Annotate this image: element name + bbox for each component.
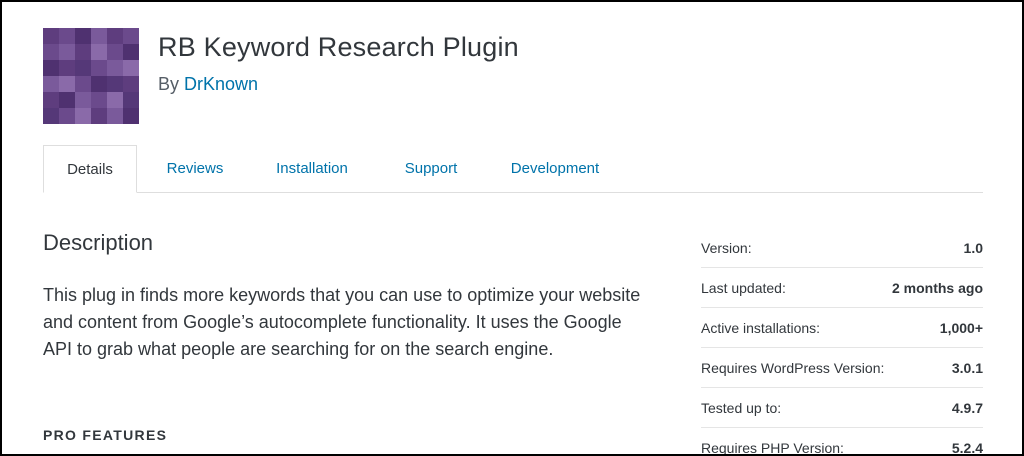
tab-installation[interactable]: Installation [253, 145, 371, 192]
meta-label: Active installations: [701, 319, 821, 336]
description-heading: Description [43, 230, 154, 255]
icon-tile [107, 108, 123, 124]
icon-tile [43, 92, 59, 108]
plugin-icon [43, 28, 139, 124]
icon-tile [75, 92, 91, 108]
plugin-meta: Version: 1.0 Last updated: 2 months ago … [701, 228, 983, 456]
icon-tile [107, 60, 123, 76]
icon-tile [107, 92, 123, 108]
icon-tile [91, 60, 107, 76]
author-link[interactable]: DrKnown [184, 74, 258, 94]
plugin-tabs: Details Reviews Installation Support Dev… [43, 145, 983, 193]
plugin-byline: By DrKnown [158, 74, 258, 95]
plugin-page: RB Keyword Research Plugin By DrKnown De… [0, 0, 1024, 456]
icon-tile [59, 92, 75, 108]
icon-tile [91, 92, 107, 108]
icon-tile [43, 28, 59, 44]
meta-value: 4.9.7 [951, 399, 983, 416]
tab-development[interactable]: Development [495, 145, 615, 192]
meta-row-last-updated: Last updated: 2 months ago [701, 268, 983, 308]
meta-row-version: Version: 1.0 [701, 228, 983, 268]
icon-tile [59, 28, 75, 44]
icon-tile [107, 76, 123, 92]
icon-tile [59, 76, 75, 92]
icon-tile [123, 76, 139, 92]
meta-value: 3.0.1 [951, 359, 983, 376]
pro-features-heading: PRO FEATURES [43, 427, 168, 443]
meta-label: Last updated: [701, 279, 786, 296]
plugin-title: RB Keyword Research Plugin [158, 32, 519, 62]
description-text: This plug in finds more keywords that yo… [43, 285, 641, 359]
icon-tile [91, 28, 107, 44]
meta-row-requires-php: Requires PHP Version: 5.2.4 [701, 428, 983, 456]
icon-tile [123, 108, 139, 124]
icon-tile [107, 44, 123, 60]
icon-tile [75, 44, 91, 60]
icon-tile [91, 108, 107, 124]
meta-label: Tested up to: [701, 399, 782, 416]
icon-tile [43, 44, 59, 60]
meta-row-active-installations: Active installations: 1,000+ [701, 308, 983, 348]
icon-tile [91, 44, 107, 60]
icon-tile [43, 60, 59, 76]
icon-tile [123, 60, 139, 76]
icon-tile [43, 76, 59, 92]
icon-tile [75, 60, 91, 76]
meta-row-requires-wordpress: Requires WordPress Version: 3.0.1 [701, 348, 983, 388]
icon-tile [75, 28, 91, 44]
tab-reviews[interactable]: Reviews [145, 145, 245, 192]
icon-tile [123, 92, 139, 108]
icon-tile [59, 44, 75, 60]
icon-tile [59, 60, 75, 76]
icon-tile [107, 28, 123, 44]
meta-label: Version: [701, 239, 752, 256]
byline-prefix: By [158, 74, 180, 94]
tab-details[interactable]: Details [43, 145, 137, 193]
icon-tile [91, 76, 107, 92]
icon-tile [75, 76, 91, 92]
meta-label: Requires WordPress Version: [701, 359, 885, 376]
icon-tile [123, 44, 139, 60]
icon-tile [123, 28, 139, 44]
meta-value: 2 months ago [891, 279, 983, 296]
meta-value: 1,000+ [939, 319, 983, 336]
meta-row-tested-up-to: Tested up to: 4.9.7 [701, 388, 983, 428]
tab-support[interactable]: Support [381, 145, 481, 192]
meta-value: 5.2.4 [951, 439, 983, 456]
meta-label: Requires PHP Version: [701, 439, 844, 456]
meta-value: 1.0 [963, 239, 983, 256]
icon-tile [59, 108, 75, 124]
icon-tile [43, 108, 59, 124]
icon-tile [75, 108, 91, 124]
